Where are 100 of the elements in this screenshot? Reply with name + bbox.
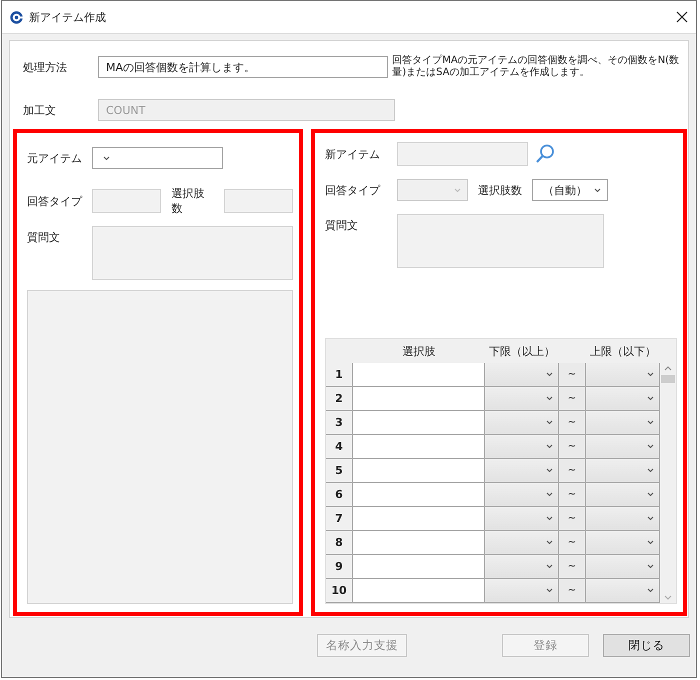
chevron-down-icon: [647, 516, 654, 521]
row-number: 7: [326, 507, 353, 531]
choice-input[interactable]: [353, 507, 485, 531]
method-field[interactable]: MAの回答個数を計算します。: [98, 56, 388, 78]
chevron-down-icon: [594, 188, 601, 192]
chevron-down-icon: [647, 468, 654, 473]
chevron-down-icon: [647, 444, 654, 449]
field-label: 処理方法: [22, 60, 68, 74]
row-number: 4: [326, 435, 353, 459]
source-item-dropdown[interactable]: [92, 147, 223, 169]
column-header: 下限（以上）: [488, 344, 556, 360]
choice-input[interactable]: [353, 555, 485, 579]
choice-input[interactable]: [353, 363, 485, 387]
row-number: 5: [326, 459, 353, 483]
lower-limit-dropdown[interactable]: [485, 507, 559, 531]
field-label: 元アイテム: [27, 150, 83, 166]
field-label: 加工文: [22, 102, 57, 118]
chevron-down-icon: [546, 444, 553, 449]
range-separator: ~: [559, 411, 586, 435]
lower-limit-dropdown[interactable]: [485, 435, 559, 459]
chevron-down-icon: [546, 516, 553, 521]
choice-input[interactable]: [353, 411, 485, 435]
upper-limit-dropdown[interactable]: [586, 531, 660, 555]
field-label: 新アイテム: [325, 146, 381, 162]
chevron-down-icon: [647, 420, 654, 425]
scroll-thumb[interactable]: [661, 375, 675, 383]
lower-limit-dropdown[interactable]: [485, 531, 559, 555]
field-label: 回答タイプ: [325, 182, 382, 198]
chevron-down-icon: [647, 540, 654, 545]
new-item-field[interactable]: [397, 142, 528, 166]
choice-input[interactable]: [353, 579, 485, 603]
chevron-down-icon: [546, 468, 553, 473]
upper-limit-dropdown[interactable]: [586, 435, 660, 459]
dialog-button[interactable]: 閉じる: [603, 634, 690, 656]
row-number: 6: [326, 483, 353, 507]
choice-input[interactable]: [353, 483, 485, 507]
lower-limit-dropdown[interactable]: [485, 579, 559, 603]
range-separator: ~: [559, 459, 586, 483]
row-number: 9: [326, 555, 353, 579]
app-logo-icon: [10, 10, 23, 24]
chevron-down-icon: [546, 492, 553, 497]
chevron-down-icon: [647, 372, 654, 377]
choice-input[interactable]: [353, 435, 485, 459]
range-separator: ~: [559, 555, 586, 579]
chevron-down-icon: [546, 396, 553, 401]
choice-input[interactable]: [353, 387, 485, 411]
scroll-up-icon[interactable]: [664, 366, 672, 371]
chevron-down-icon: [647, 492, 654, 497]
upper-limit-dropdown[interactable]: [586, 411, 660, 435]
upper-limit-dropdown[interactable]: [586, 483, 660, 507]
chevron-down-icon: [546, 564, 553, 569]
chevron-down-icon: [647, 396, 654, 401]
upper-limit-dropdown[interactable]: [586, 555, 660, 579]
column-header: 選択肢: [402, 344, 436, 360]
range-separator: ~: [559, 507, 586, 531]
range-separator: ~: [559, 435, 586, 459]
upper-limit-dropdown[interactable]: [586, 363, 660, 387]
description-text: 回答タイプMAの元アイテムの回答個数を調べ、その個数をN(数量)またはSAの加工アイテムを作成します。: [392, 55, 680, 79]
lower-limit-dropdown[interactable]: [485, 411, 559, 435]
column-header: 上限（以下）: [589, 344, 657, 360]
chevron-down-icon: [454, 188, 461, 192]
chevron-down-icon: [103, 156, 110, 160]
lower-limit-dropdown[interactable]: [485, 483, 559, 507]
answer-type-field[interactable]: [92, 189, 162, 213]
chevron-down-icon: [546, 372, 553, 377]
window-title: 新アイテム作成: [29, 10, 107, 24]
close-icon[interactable]: [676, 11, 688, 23]
row-number: 2: [326, 387, 353, 411]
search-icon[interactable]: [534, 143, 556, 165]
row-number: 1: [326, 363, 353, 387]
scrollbar[interactable]: [660, 363, 676, 603]
lower-limit-dropdown[interactable]: [485, 555, 559, 579]
field-label: 質問文: [325, 218, 359, 233]
field-label: 選択肢数: [478, 182, 522, 198]
field-label: 選択肢数: [171, 186, 206, 216]
range-separator: ~: [559, 387, 586, 411]
upper-limit-dropdown[interactable]: [586, 579, 660, 603]
chevron-down-icon: [647, 588, 654, 593]
choice-input[interactable]: [353, 531, 485, 555]
row-number: 3: [326, 411, 353, 435]
lower-limit-dropdown[interactable]: [485, 387, 559, 411]
upper-limit-dropdown[interactable]: [586, 507, 660, 531]
lower-limit-dropdown[interactable]: [485, 459, 559, 483]
chevron-down-icon: [546, 420, 553, 425]
upper-limit-dropdown[interactable]: [586, 459, 660, 483]
lower-limit-dropdown[interactable]: [485, 363, 559, 387]
question-text-area[interactable]: [92, 226, 293, 280]
upper-limit-dropdown[interactable]: [586, 387, 660, 411]
range-separator: ~: [559, 363, 586, 387]
row-number: 8: [326, 531, 353, 555]
scroll-down-icon[interactable]: [664, 595, 672, 600]
range-separator: ~: [559, 579, 586, 603]
choice-input[interactable]: [353, 459, 485, 483]
range-separator: ~: [559, 531, 586, 555]
choice-count-field[interactable]: [224, 189, 294, 213]
chevron-down-icon: [546, 540, 553, 545]
question-text-area[interactable]: [397, 214, 604, 268]
range-separator: ~: [559, 483, 586, 507]
chevron-down-icon: [546, 588, 553, 593]
choice-count-dropdown[interactable]: （自動）: [532, 179, 608, 201]
